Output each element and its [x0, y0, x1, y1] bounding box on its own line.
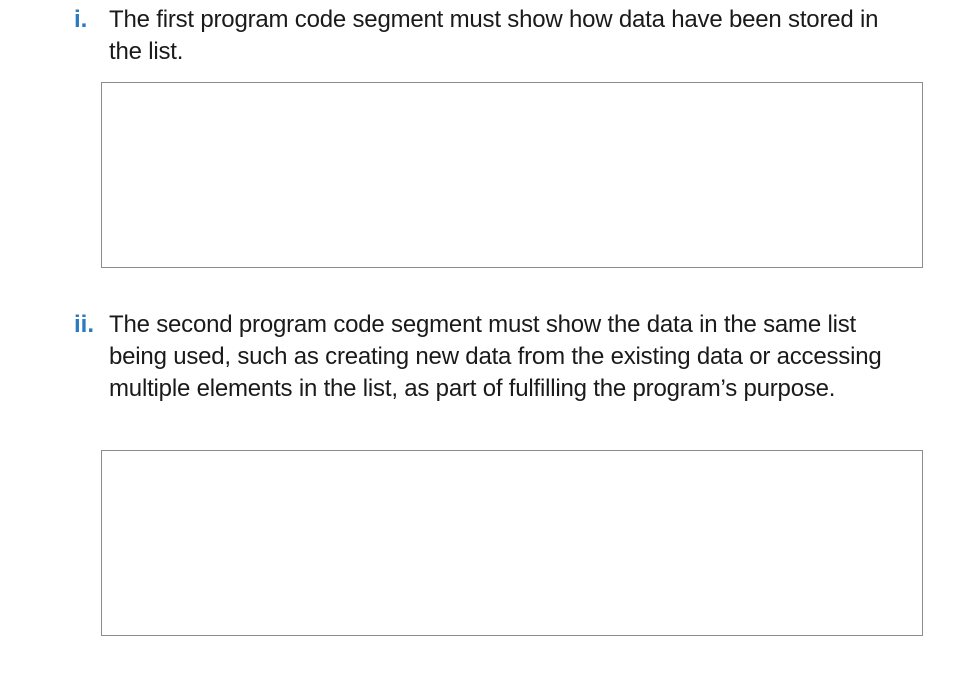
answer-box-ii[interactable] — [101, 450, 923, 636]
question-item-i: i. The first program code segment must s… — [74, 4, 904, 68]
item-text: The second program code segment must sho… — [109, 311, 882, 402]
item-numeral: ii. — [74, 311, 95, 338]
question-item-ii: ii. The second program code segment must… — [74, 309, 904, 405]
answer-box-i[interactable] — [101, 82, 923, 268]
item-numeral: i. — [74, 6, 88, 33]
item-text: The first program code segment must show… — [109, 6, 879, 65]
